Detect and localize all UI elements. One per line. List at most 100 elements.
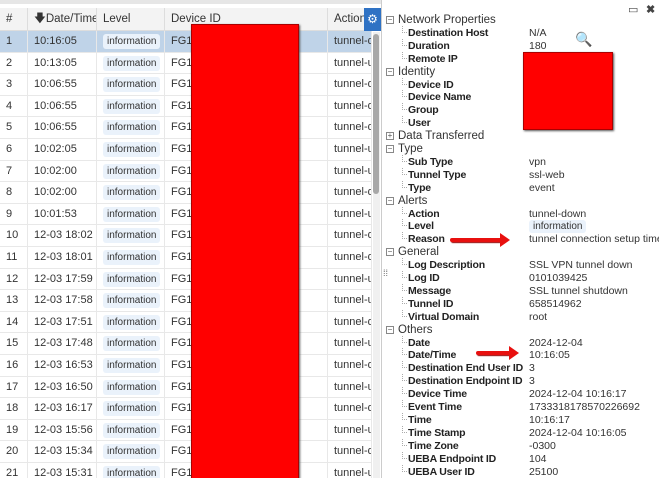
row-datetime-text: 10:06:55 <box>34 78 77 91</box>
field-value: tunnel connection setup timeout <box>529 233 659 246</box>
row-action: tunnel-up <box>328 268 372 290</box>
col-number[interactable]: # <box>0 8 28 31</box>
row-action-text: tunnel-up <box>334 207 371 220</box>
table-row[interactable]: 1912-03 15:56informationFG1Ktunnel-up <box>0 419 372 442</box>
panel-splitter-handle[interactable]: ⁞⁞ <box>383 268 388 278</box>
scrollbar-thumb[interactable] <box>373 34 379 194</box>
field-label: Sub Type <box>408 155 453 168</box>
table-row[interactable]: 1212-03 17:59informationFG1Ktunnel-up <box>0 268 372 291</box>
tree-line <box>402 412 407 420</box>
row-datetime: 12-03 16:17 <box>28 398 97 420</box>
section-others[interactable]: − Others <box>386 324 433 337</box>
table-row[interactable]: 610:02:05informationFG1Ktunnel-up <box>0 139 372 161</box>
table-row[interactable]: 1712-03 16:50informationFG1Ktunnel-up <box>0 376 372 399</box>
row-number-text: 6 <box>6 143 13 155</box>
collapse-icon[interactable]: − <box>386 67 394 76</box>
table-row[interactable]: 2112-03 15:31informationFG1Ktunnel-up <box>0 463 372 478</box>
row-level: information <box>97 31 165 52</box>
table-row[interactable]: 110:16:05informationFG1Ktunnel-down <box>0 31 372 53</box>
collapse-icon[interactable]: − <box>386 196 394 205</box>
tree-line <box>402 309 407 317</box>
maximize-icon[interactable]: ▭ <box>628 3 638 16</box>
table-row[interactable]: 210:13:05informationFG1Ktunnel-up <box>0 52 372 75</box>
row-level: information <box>97 419 165 441</box>
zoom-cursor-icon: 🔍 <box>575 31 593 47</box>
field-value-text: root <box>529 310 548 323</box>
table-scrollbar[interactable] <box>373 32 380 478</box>
section-title: General <box>398 246 439 259</box>
collapse-icon[interactable]: − <box>386 248 394 257</box>
close-icon[interactable]: ✖ <box>646 3 655 16</box>
table-row[interactable]: 1612-03 16:53informationFG1Ktunnel-down <box>0 355 372 377</box>
expand-icon[interactable]: + <box>386 132 394 141</box>
section-general[interactable]: − General <box>386 246 439 259</box>
field-label: Message <box>408 284 451 297</box>
field-value-text: SSL tunnel shutdown <box>529 284 628 297</box>
col-action[interactable]: Action <box>328 8 368 31</box>
row-number: 7 <box>0 160 28 182</box>
row-action: tunnel-down <box>328 182 372 204</box>
redaction-box <box>191 24 299 478</box>
row-action: tunnel-down <box>328 355 372 376</box>
tree-line <box>402 464 407 472</box>
tree-line <box>402 438 407 446</box>
section-identity[interactable]: − Identity <box>386 66 435 79</box>
field-value: 25100 <box>529 466 558 479</box>
row-number: 10 <box>0 225 28 247</box>
row-level-text: information <box>103 336 161 352</box>
table-row[interactable]: 1812-03 16:17informationFG1Ktunnel-down <box>0 398 372 420</box>
table-row[interactable]: 310:06:55informationFG1Ktunnel-down <box>0 74 372 96</box>
field-value: 180 <box>529 40 547 53</box>
table-row[interactable]: 710:02:00informationFG1Ktunnel-up <box>0 160 372 183</box>
table-row[interactable]: 810:02:00informationFG1Ktunnel-down <box>0 182 372 204</box>
row-level: information <box>97 333 165 355</box>
row-action: tunnel-up <box>328 463 372 478</box>
table-row[interactable]: 1312-03 17:58informationFG1Ktunnel-up <box>0 290 372 312</box>
row-datetime: 12-03 15:34 <box>28 441 97 463</box>
row-datetime-text: 12-03 15:56 <box>34 423 93 436</box>
section-data-transferred[interactable]: + Data Transferred <box>386 130 484 143</box>
row-level-text: information <box>103 55 161 71</box>
row-number: 20 <box>0 441 28 463</box>
row-action-text: tunnel-up <box>334 56 371 69</box>
row-level: information <box>97 290 165 312</box>
row-datetime: 10:13:05 <box>28 52 97 74</box>
field-value: 3 <box>529 375 535 388</box>
row-level-text: information <box>103 250 161 265</box>
col-label: Date/Time <box>45 13 97 25</box>
table-row[interactable]: 1412-03 17:51informationFG1Ktunnel-down <box>0 311 372 334</box>
col-datetime[interactable]: 🡇Date/Time <box>28 8 97 31</box>
row-action-text: tunnel-up <box>334 423 371 436</box>
section-title: Others <box>398 323 433 336</box>
row-number: 19 <box>0 419 28 441</box>
col-level[interactable]: Level <box>97 8 165 31</box>
table-row[interactable]: 2012-03 15:34informationFG1Ktunnel-down <box>0 441 372 463</box>
collapse-icon[interactable]: − <box>386 325 394 334</box>
field-value: information <box>529 220 587 234</box>
field-label: Date <box>408 336 430 349</box>
row-number-text: 4 <box>6 99 13 112</box>
field-value: 3 <box>529 362 535 375</box>
collapse-icon[interactable]: − <box>386 16 394 24</box>
table-row[interactable]: 910:01:53informationFG1Ktunnel-up <box>0 203 372 226</box>
row-level-text: information <box>103 185 161 201</box>
row-number: 18 <box>0 398 28 420</box>
table-row[interactable]: 510:06:55informationFG1Ktunnel-down <box>0 117 372 139</box>
table-row[interactable]: 1012-03 18:02informationFG1Ktunnel-down <box>0 225 372 247</box>
field-label: Event Time <box>408 401 462 413</box>
row-datetime: 12-03 15:56 <box>28 419 97 441</box>
field-value: 2024-12-04 <box>529 337 583 350</box>
tree-line <box>402 425 407 433</box>
table-row[interactable]: 1512-03 17:48informationFG1Ktunnel-up <box>0 333 372 355</box>
table-row[interactable]: 1112-03 18:01informationFG1Ktunnel-down <box>0 247 372 269</box>
field-value-text: 25100 <box>529 465 559 478</box>
row-level: information <box>97 247 165 268</box>
tree-line <box>402 167 407 175</box>
row-number-text: 10 <box>6 229 19 242</box>
row-datetime: 10:16:05 <box>28 31 97 52</box>
gear-icon[interactable]: ⚙ <box>364 8 381 31</box>
tree-line <box>402 103 407 111</box>
table-row[interactable]: 410:06:55informationFG1Ktunnel-down <box>0 95 372 118</box>
row-datetime-text: 10:02:05 <box>34 143 77 155</box>
collapse-icon[interactable]: − <box>386 145 394 153</box>
